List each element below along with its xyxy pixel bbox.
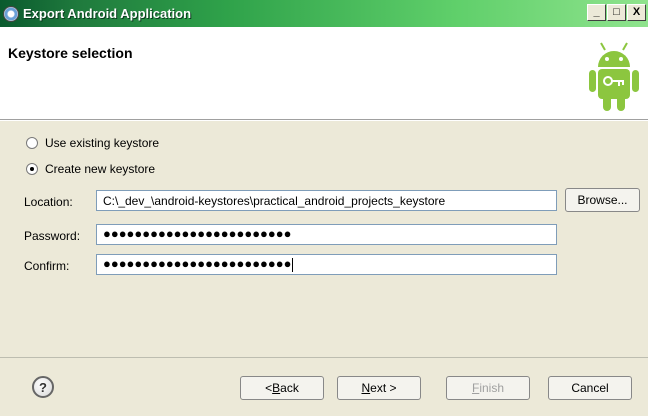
export-android-application-dialog: Export Android Application _ □ X Keystor… xyxy=(0,0,648,416)
confirm-label: Confirm: xyxy=(24,259,70,273)
back-button-prefix: < xyxy=(265,381,273,395)
minimize-button[interactable]: _ xyxy=(587,4,606,21)
wizard-banner: Keystore selection xyxy=(0,27,648,120)
next-button-mnemonic: N xyxy=(361,381,371,395)
browse-button[interactable]: Browse... xyxy=(565,188,640,212)
banner-separator xyxy=(0,120,648,121)
next-button[interactable]: Next > xyxy=(337,376,421,400)
confirm-password-field[interactable]: ●●●●●●●●●●●●●●●●●●●●●●●● xyxy=(96,254,557,275)
confirm-password-value: ●●●●●●●●●●●●●●●●●●●●●●●● xyxy=(103,256,292,271)
android-robot-icon xyxy=(589,42,639,111)
create-new-keystore-option[interactable]: Create new keystore xyxy=(26,162,155,176)
page-title: Keystore selection xyxy=(8,45,133,61)
next-button-label: ext > xyxy=(370,381,397,395)
use-existing-keystore-label: Use existing keystore xyxy=(45,136,160,150)
back-button-label: ack xyxy=(280,381,299,395)
back-button-mnemonic: B xyxy=(272,381,281,395)
use-existing-keystore-option[interactable]: Use existing keystore xyxy=(26,136,159,150)
finish-button-mnemonic: F xyxy=(471,381,480,395)
password-field[interactable]: ●●●●●●●●●●●●●●●●●●●●●●●● xyxy=(96,224,557,245)
finish-button[interactable]: Finish xyxy=(446,376,530,400)
window-controls: _ □ X xyxy=(587,4,646,21)
back-button[interactable]: < Back xyxy=(240,376,324,400)
help-icon[interactable]: ? xyxy=(32,376,54,398)
use-existing-keystore-radio[interactable] xyxy=(26,137,38,149)
title-bar[interactable]: Export Android Application _ □ X xyxy=(0,0,648,27)
create-new-keystore-label: Create new keystore xyxy=(45,162,156,176)
create-new-keystore-radio[interactable] xyxy=(26,163,38,175)
window-title: Export Android Application xyxy=(23,6,192,21)
cancel-button[interactable]: Cancel xyxy=(548,376,632,400)
location-label: Location: xyxy=(24,195,73,209)
finish-button-label: inish xyxy=(479,381,505,395)
location-input[interactable]: C:\_dev_\android-keystores\practical_and… xyxy=(96,190,557,211)
eclipse-app-icon xyxy=(3,5,19,22)
footer-separator xyxy=(0,357,648,358)
text-cursor xyxy=(292,257,294,272)
maximize-button[interactable]: □ xyxy=(607,4,626,21)
password-label: Password: xyxy=(24,229,81,243)
close-button[interactable]: X xyxy=(627,4,646,21)
